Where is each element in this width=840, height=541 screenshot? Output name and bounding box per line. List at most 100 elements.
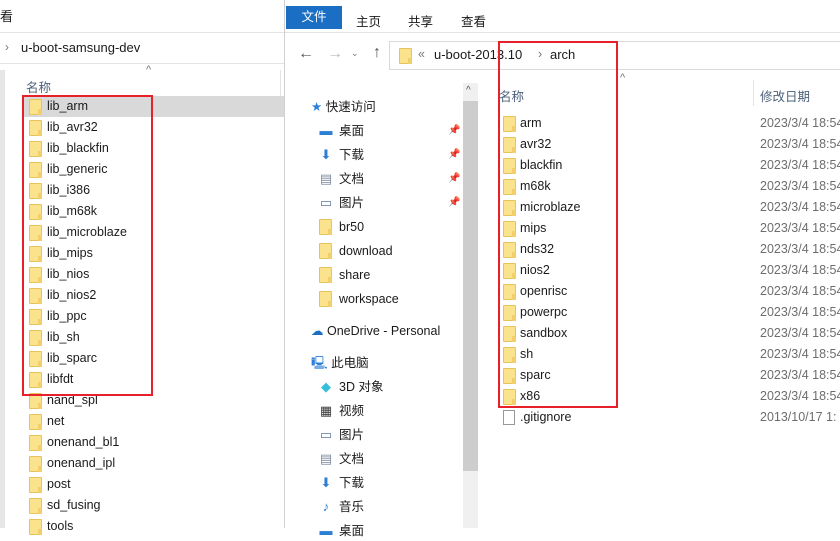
- folder-icon: [319, 267, 332, 283]
- picture-icon: ▭: [319, 427, 333, 442]
- file-name: .gitignore: [520, 410, 572, 424]
- pin-icon[interactable]: 📌: [448, 197, 460, 208]
- sort-ascending-icon: ^: [620, 72, 626, 84]
- nav-item[interactable]: 下载: [339, 145, 364, 165]
- item-name: tools: [47, 519, 74, 533]
- ribbon-tab-home[interactable]: 主页: [356, 11, 381, 30]
- nav-item[interactable]: share: [339, 265, 370, 285]
- file-date: 2023/3/4 18:54: [760, 158, 840, 172]
- file-icon: [503, 410, 515, 425]
- nav-item[interactable]: br50: [339, 217, 364, 237]
- nav-item[interactable]: 桌面: [339, 521, 364, 541]
- file-date: 2023/3/4 18:54: [760, 221, 840, 235]
- nav-this-pc[interactable]: 🖳 此电脑: [311, 353, 369, 373]
- scroll-thumb[interactable]: [463, 101, 478, 471]
- highlight-box: [498, 41, 618, 408]
- item-name: onenand_ipl: [47, 456, 116, 470]
- ribbon-tab-view[interactable]: 看: [0, 6, 13, 25]
- file-date: 2023/3/4 18:54: [760, 242, 840, 256]
- desktop-icon: ▬: [319, 123, 333, 138]
- list-item[interactable]: sd_fusing: [22, 495, 284, 516]
- highlight-box: [22, 95, 153, 396]
- list-item[interactable]: net: [22, 411, 284, 432]
- folder-icon: [319, 243, 332, 259]
- column-header-date[interactable]: 修改日期: [760, 86, 810, 105]
- nav-item[interactable]: workspace: [339, 289, 399, 309]
- nav-item[interactable]: 下载: [339, 473, 364, 493]
- item-name: sd_fusing: [47, 498, 101, 512]
- item-name: post: [47, 477, 71, 491]
- nav-quick-access[interactable]: ★ 快速访问: [311, 97, 376, 117]
- nav-item[interactable]: 视频: [339, 401, 364, 421]
- list-item[interactable]: onenand_bl1: [22, 432, 284, 453]
- nav-onedrive[interactable]: ☁ OneDrive - Personal: [311, 321, 440, 341]
- cloud-icon: ☁: [311, 324, 324, 338]
- nav-item[interactable]: 桌面: [339, 121, 364, 141]
- folder-icon: [29, 519, 42, 535]
- nav-item[interactable]: 图片: [339, 425, 364, 445]
- star-icon: ★: [311, 100, 323, 114]
- file-date: 2023/3/4 18:54: [760, 137, 840, 151]
- nav-item[interactable]: 文档: [339, 169, 364, 189]
- nav-item[interactable]: 图片: [339, 193, 364, 213]
- back-button[interactable]: ←: [298, 45, 314, 63]
- file-date: 2023/3/4 18:54: [760, 284, 840, 298]
- left-explorer-window: 看 › u-boot-samsung-dev ^ 名称 lib_arm lib_…: [0, 0, 284, 535]
- chevron-right-icon: ›: [5, 40, 9, 54]
- folder-icon: [29, 456, 42, 472]
- nav-item[interactable]: 3D 对象: [339, 377, 383, 397]
- item-name: onenand_bl1: [47, 435, 120, 449]
- file-date: 2023/3/4 18:54: [760, 263, 840, 277]
- right-explorer-window: 文件 主页 共享 查看 ← → ⌄ ↑ « u-boot-2013.10 › a…: [284, 0, 840, 538]
- file-date: 2023/3/4 18:54: [760, 179, 840, 193]
- nav-item[interactable]: 文档: [339, 449, 364, 469]
- file-date: 2023/3/4 18:54: [760, 347, 840, 361]
- file-date: 2023/3/4 18:54: [760, 368, 840, 382]
- folder-icon: [319, 291, 332, 307]
- address-path[interactable]: u-boot-samsung-dev: [21, 40, 140, 55]
- download-icon: ⬇: [320, 475, 332, 490]
- pin-icon[interactable]: 📌: [448, 125, 460, 136]
- folder-icon: [29, 414, 42, 430]
- pin-icon[interactable]: 📌: [448, 173, 460, 184]
- up-button[interactable]: ↑: [373, 44, 381, 62]
- folder-icon: [319, 219, 332, 235]
- sort-ascending-icon: ^: [146, 64, 152, 76]
- list-item[interactable]: tools: [22, 516, 284, 537]
- file-date: 2013/10/17 1:: [760, 410, 837, 424]
- folder-icon: [29, 435, 42, 451]
- music-icon: ♪: [322, 499, 330, 514]
- recent-locations-button[interactable]: ⌄: [351, 48, 359, 59]
- list-item[interactable]: onenand_ipl: [22, 453, 284, 474]
- folder-icon: [29, 498, 42, 514]
- desktop-icon: ▬: [319, 523, 333, 538]
- pin-icon[interactable]: 📌: [448, 149, 460, 160]
- folder-icon: [399, 48, 412, 64]
- picture-icon: ▭: [319, 195, 333, 210]
- ribbon-tab-share[interactable]: 共享: [408, 11, 433, 30]
- scroll-up-icon[interactable]: ^: [466, 85, 471, 96]
- nav-item[interactable]: download: [339, 241, 393, 261]
- navigation-pane: ★ 快速访问 ▬ 桌面 📌 ⬇ 下载 📌 ▤ 文档 📌 ▭ 图片 📌 br50 download share w…: [285, 80, 477, 538]
- file-date: 2023/3/4 18:54: [760, 200, 840, 214]
- item-name: net: [47, 414, 65, 428]
- file-date: 2023/3/4 18:54: [760, 326, 840, 340]
- nav-pane-scrollbar[interactable]: ^: [463, 83, 478, 528]
- download-icon: ⬇: [320, 147, 332, 162]
- video-icon: ▦: [319, 403, 333, 418]
- document-icon: ▤: [319, 451, 333, 466]
- breadcrumb-overflow[interactable]: «: [418, 47, 425, 61]
- file-date: 2023/3/4 18:54: [760, 389, 840, 403]
- file-date: 2023/3/4 18:54: [760, 305, 840, 319]
- list-item[interactable]: post: [22, 474, 284, 495]
- folder-icon: [29, 477, 42, 493]
- document-icon: ▤: [319, 171, 333, 186]
- computer-icon: 🖳: [311, 356, 328, 370]
- forward-button[interactable]: →: [327, 45, 343, 63]
- ribbon-tab-file[interactable]: 文件: [286, 6, 342, 29]
- column-header-name[interactable]: 名称: [26, 77, 51, 96]
- nav-scrollbar[interactable]: [0, 70, 5, 528]
- 3d-objects-icon: ◆: [321, 379, 331, 394]
- ribbon-tab-view[interactable]: 查看: [461, 11, 486, 30]
- nav-item[interactable]: 音乐: [339, 497, 364, 517]
